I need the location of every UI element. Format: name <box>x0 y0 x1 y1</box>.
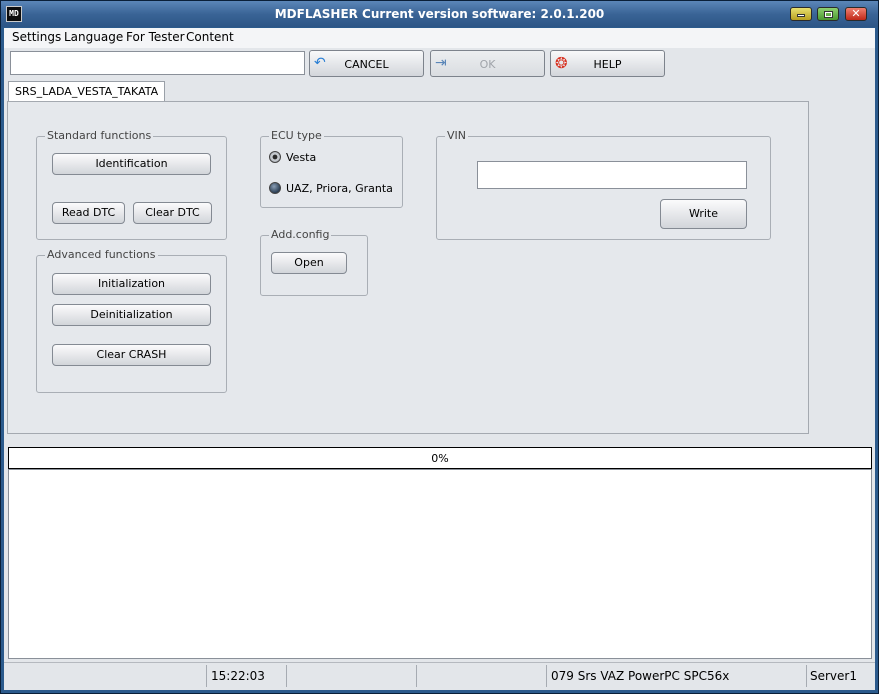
vin-input[interactable] <box>477 161 747 189</box>
vin-label: VIN <box>445 129 468 142</box>
ecu-vesta-label: Vesta <box>286 151 317 164</box>
add-config-group: Add.config Open <box>260 228 368 296</box>
status-separator <box>546 665 547 687</box>
ecu-type-label: ECU type <box>269 129 324 142</box>
status-separator <box>206 665 207 687</box>
status-separator <box>416 665 417 687</box>
tab-panel: Standard functions Identification Read D… <box>7 101 809 434</box>
ecu-type-group: ECU type Vesta UAZ, Priora, Granta <box>260 129 403 208</box>
window-title: MDFLASHER Current version software: 2.0.… <box>274 7 605 21</box>
status-separator <box>806 665 807 687</box>
status-separator <box>286 665 287 687</box>
title-bar[interactable]: MD MDFLASHER Current version software: 2… <box>1 1 878 27</box>
ok-label: OK <box>479 58 496 71</box>
status-server: Server1 <box>810 669 857 683</box>
open-button[interactable]: Open <box>271 252 347 274</box>
cancel-label: CANCEL <box>344 58 389 71</box>
ecu-uaz-priora-granta-label: UAZ, Priora, Granta <box>286 182 393 195</box>
read-dtc-button[interactable]: Read DTC <box>52 202 125 224</box>
help-button[interactable]: ❂ HELP <box>550 50 665 77</box>
menu-language[interactable]: Language <box>64 30 123 44</box>
close-button[interactable]: ✕ <box>845 7 867 21</box>
maximize-button[interactable] <box>817 7 839 21</box>
toolbar-input[interactable] <box>10 51 305 75</box>
ecu-uaz-priora-granta-radio[interactable] <box>269 182 281 194</box>
status-time: 15:22:03 <box>211 669 265 683</box>
tab-strip: SRS_LADA_VESTA_TAKATA <box>4 80 875 102</box>
standard-functions-group: Standard functions Identification Read D… <box>36 129 227 240</box>
toolbar: ↶ CANCEL ⇥ OK ❂ HELP <box>4 48 875 80</box>
deinitialization-button[interactable]: Deinitialization <box>52 304 211 326</box>
menu-settings[interactable]: Settings <box>12 30 61 44</box>
tab-srs-lada-vesta-takata[interactable]: SRS_LADA_VESTA_TAKATA <box>8 81 166 101</box>
ecu-vesta-radio[interactable] <box>269 151 281 163</box>
write-button[interactable]: Write <box>660 199 747 229</box>
app-window: MD MDFLASHER Current version software: 2… <box>0 0 879 694</box>
cancel-button[interactable]: ↶ CANCEL <box>309 50 424 77</box>
progress-text: 0% <box>431 452 449 465</box>
progress-bar: 0% <box>8 447 872 469</box>
minimize-button[interactable] <box>790 7 812 21</box>
log-area[interactable] <box>8 469 872 659</box>
initialization-button[interactable]: Initialization <box>52 273 211 295</box>
standard-functions-label: Standard functions <box>45 129 154 142</box>
menu-content[interactable]: Content <box>186 30 234 44</box>
identification-button[interactable]: Identification <box>52 153 211 175</box>
advanced-functions-group: Advanced functions Initialization Deinit… <box>36 248 227 393</box>
ok-button[interactable]: ⇥ OK <box>430 50 545 77</box>
clear-dtc-button[interactable]: Clear DTC <box>133 202 212 224</box>
help-label: HELP <box>593 58 622 71</box>
vin-group: VIN Write <box>436 129 771 240</box>
menu-for-tester[interactable]: For Tester <box>126 30 185 44</box>
clear-crash-button[interactable]: Clear CRASH <box>52 344 211 366</box>
menu-bar: Settings Language For Tester Content <box>4 28 875 48</box>
status-bar: 15:22:03 079 Srs VAZ PowerPC SPC56x Serv… <box>4 662 875 689</box>
status-device: 079 Srs VAZ PowerPC SPC56x <box>551 669 730 683</box>
add-config-label: Add.config <box>269 228 332 241</box>
advanced-functions-label: Advanced functions <box>45 248 158 261</box>
client-area: Settings Language For Tester Content ↶ C… <box>4 28 875 690</box>
